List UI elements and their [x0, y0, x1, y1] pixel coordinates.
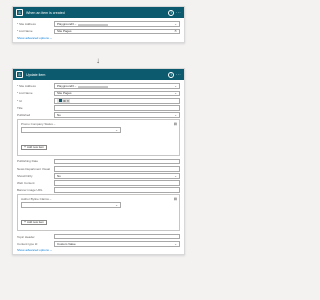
action-site-address-row: * Site Address Playground3 – ⌄ — [17, 83, 180, 90]
banner-image-input[interactable] — [54, 187, 180, 194]
web-content-row: Web Content — [17, 180, 180, 187]
ellipsis-icon[interactable]: ··· — [176, 10, 181, 15]
show-advanced-options-link[interactable]: Show advanced options ⌄ — [17, 248, 180, 252]
chevron-down-icon[interactable]: ⌄ — [174, 174, 177, 178]
plus-icon: + — [24, 220, 27, 225]
switch-to-array-icon[interactable]: ▤ — [174, 197, 177, 201]
show-on-fly-row: ShowOnFly No ⌄ — [17, 172, 180, 180]
title-row: Title — [17, 104, 180, 112]
id-input[interactable]: ID ✕ — [54, 97, 180, 104]
list-name-dropdown[interactable]: Site Pages ⌄ — [54, 90, 180, 97]
author-byline-claims-dropdown[interactable]: ⌄ — [21, 202, 121, 209]
field-label: * List Name — [17, 29, 33, 34]
chevron-down-icon[interactable]: ⌄ — [174, 22, 177, 26]
field-label: Banner image URL — [17, 188, 43, 193]
trigger-card: S When an item is created ? ··· * Site A… — [12, 6, 185, 43]
group-label: Author Byline Claims – — [21, 197, 52, 202]
field-label: * Id — [17, 98, 22, 103]
action-card: S Update item ? ··· * Site Address Playg… — [12, 68, 185, 256]
list-name-dropdown[interactable]: Site Pages ✕ — [54, 28, 180, 35]
group-label: Promo Company Status – — [21, 122, 56, 127]
chevron-down-icon[interactable]: ⌄ — [174, 242, 177, 246]
chevron-down-icon[interactable]: ⌄ — [174, 84, 177, 88]
promo-company-status-group: Promo Company Status – ▤ ⌄ + Add new item — [17, 119, 180, 157]
plus-icon: + — [24, 145, 27, 150]
news-department-visual-input[interactable] — [54, 165, 180, 172]
field-label: Content type Id — [17, 241, 38, 246]
chevron-down-icon[interactable]: ⌄ — [115, 128, 118, 132]
field-value: Playground3 – — [57, 84, 77, 89]
close-icon[interactable]: ✕ — [174, 30, 177, 34]
topic-header-input[interactable] — [54, 233, 180, 240]
chevron-down-icon[interactable]: ⌄ — [115, 203, 118, 207]
content-type-dropdown[interactable]: Custom Value ⌄ — [54, 240, 180, 247]
action-list-name-row: * List Name Site Pages ⌄ — [17, 90, 180, 97]
field-value: Site Pages — [57, 29, 72, 34]
switch-to-array-icon[interactable]: ▤ — [174, 122, 177, 126]
sharepoint-icon: S — [16, 71, 23, 78]
redacted-text — [78, 23, 109, 26]
sharepoint-icon — [58, 98, 62, 103]
site-address-dropdown[interactable]: Playground3 – ⌄ — [54, 21, 180, 28]
chevron-down-icon: ⌄ — [49, 248, 53, 253]
promo-company-status-dropdown[interactable]: ⌄ — [21, 127, 121, 134]
trigger-site-address-row: * Site Address Playground3 – ⌄ — [17, 21, 180, 28]
publishing-date-input[interactable] — [54, 158, 180, 165]
add-new-item-button[interactable]: + Add new item — [21, 219, 47, 225]
chevron-down-icon[interactable]: ⌄ — [174, 113, 177, 117]
field-value: Playground3 – — [57, 22, 77, 27]
question-icon[interactable]: ? — [168, 71, 175, 78]
content-type-row: Content type Id Custom Value ⌄ — [17, 240, 180, 247]
action-card-header[interactable]: S Update item ? ··· — [13, 69, 184, 80]
field-label: ShowOnFly — [17, 173, 33, 178]
banner-image-row: Banner image URL — [17, 187, 180, 194]
field-label: News Department Visual — [17, 166, 50, 171]
field-label: Title — [17, 105, 23, 110]
chevron-down-icon[interactable]: ⌄ — [174, 92, 177, 96]
redacted-text — [78, 85, 109, 88]
add-new-item-button[interactable]: + Add new item — [21, 144, 47, 150]
author-byline-claims-group: Author Byline Claims – ▤ ⌄ + Add new item — [17, 194, 180, 232]
field-label: Published — [17, 113, 31, 118]
sharepoint-icon: S — [16, 9, 23, 16]
question-icon[interactable]: ? — [168, 9, 175, 16]
show-advanced-options-link[interactable]: Show advanced options ⌄ — [17, 36, 180, 40]
site-address-dropdown[interactable]: Playground3 – ⌄ — [54, 83, 180, 90]
field-label: Web Content — [17, 181, 35, 185]
chevron-down-icon: ⌄ — [49, 35, 53, 40]
trigger-list-name-row: * List Name Site Pages ✕ — [17, 28, 180, 35]
field-label: * Site Address — [17, 22, 36, 27]
topic-header-row: Topic Header — [17, 233, 180, 240]
publishing-date-row: Publishing Date — [17, 158, 180, 165]
field-label: * Site Address — [17, 84, 36, 89]
field-value: Site Pages — [57, 91, 72, 96]
field-label: * List Name — [17, 91, 33, 96]
news-department-visual-row: News Department Visual — [17, 165, 180, 172]
trigger-card-header[interactable]: S When an item is created ? ··· — [13, 7, 184, 18]
web-content-input[interactable] — [54, 180, 180, 186]
ellipsis-icon[interactable]: ··· — [176, 72, 181, 77]
trigger-title: When an item is created — [26, 10, 65, 15]
published-row: Published No ⌄ — [17, 112, 180, 119]
action-title: Update item — [26, 72, 46, 77]
field-label: Publishing Date — [17, 159, 39, 164]
flow-arrow-icon: ↓ — [96, 56, 100, 65]
dynamic-content-chip[interactable]: ID ✕ — [57, 98, 71, 103]
show-on-fly-dropdown[interactable]: No ⌄ — [54, 172, 180, 179]
published-dropdown[interactable]: No ⌄ — [54, 112, 180, 118]
id-row: * Id ID ✕ — [17, 97, 180, 104]
title-input[interactable] — [54, 104, 180, 111]
field-label: Topic Header — [17, 234, 35, 239]
